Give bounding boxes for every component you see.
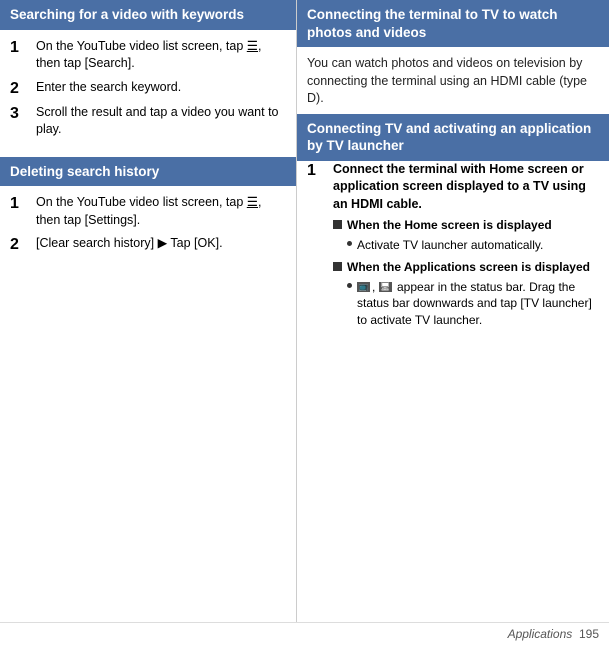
sub-item-activate: Activate TV launcher automatically.	[347, 237, 599, 254]
bullet-dot-icon-2	[347, 283, 352, 288]
delete-step-number-1: 1	[10, 194, 32, 213]
step-text-2: Enter the search keyword.	[36, 79, 286, 97]
step-text-1: On the YouTube video list screen, tap ☰,…	[36, 38, 286, 73]
sub-heading-apps: When the Applications screen is displaye…	[333, 259, 599, 276]
screen-icon: 🖥	[379, 282, 392, 292]
bullet-dot-icon	[347, 241, 352, 246]
step-number-1: 1	[10, 38, 32, 57]
step-row-2: 2 Enter the search keyword.	[10, 79, 286, 98]
delete-step-row-2: 2 [Clear search history] ▶ Tap [OK].	[10, 235, 286, 254]
step-number-2: 2	[10, 79, 32, 98]
section-content-search: 1 On the YouTube video list screen, tap …	[0, 30, 296, 153]
sub-item-apps-detail: 📺, 🖥 appear in the status bar. Drag the …	[333, 279, 599, 329]
tv-launcher-step-body: Connect the terminal with Home screen or…	[333, 161, 599, 334]
sub-item-statusbar-text: 📺, 🖥 appear in the status bar. Drag the …	[357, 279, 599, 329]
sub-item-activate-text: Activate TV launcher automatically.	[357, 237, 599, 254]
section-header-connect-tv: Connecting the terminal to TV to watch p…	[297, 0, 609, 47]
tv-launcher-step-text: Connect the terminal with Home screen or…	[333, 162, 586, 211]
right-column: Connecting the terminal to TV to watch p…	[297, 0, 609, 622]
delete-step-text-1: On the YouTube video list screen, tap ☰,…	[36, 194, 286, 229]
sub-heading-apps-text: When the Applications screen is displaye…	[347, 259, 599, 276]
tv-icon: 📺	[357, 282, 370, 292]
section-header-search: Searching for a video with keywords	[0, 0, 296, 30]
footer-page: 195	[579, 627, 599, 641]
section-content-delete: 1 On the YouTube video list screen, tap …	[0, 186, 296, 268]
sub-group-apps: When the Applications screen is displaye…	[333, 259, 599, 329]
step-row-1: 1 On the YouTube video list screen, tap …	[10, 38, 286, 73]
connect-tv-intro: You can watch photos and videos on telev…	[297, 47, 609, 114]
footer-section: Applications	[508, 627, 573, 641]
delete-step-row-1: 1 On the YouTube video list screen, tap …	[10, 194, 286, 229]
sub-items-block: When the Home screen is displayed Activa…	[333, 217, 599, 329]
sub-heading-home-text: When the Home screen is displayed	[347, 217, 599, 234]
step-text-3: Scroll the result and tap a video you wa…	[36, 104, 286, 139]
deleting-section: Deleting search history 1 On the YouTube…	[0, 157, 296, 269]
section-header-tv-launcher: Connecting TV and activating an applicat…	[297, 114, 609, 161]
bullet-square-icon	[333, 220, 342, 229]
left-column: Searching for a video with keywords 1 On…	[0, 0, 297, 622]
tv-launcher-content: 1 Connect the terminal with Home screen …	[297, 161, 609, 344]
bullet-square-icon-2	[333, 262, 342, 271]
sub-item-home-detail: Activate TV launcher automatically.	[333, 237, 599, 254]
sub-group-home: When the Home screen is displayed Activa…	[333, 217, 599, 254]
step-row-3: 3 Scroll the result and tap a video you …	[10, 104, 286, 139]
section-header-delete: Deleting search history	[0, 157, 296, 187]
tv-launcher-step-row: 1 Connect the terminal with Home screen …	[307, 161, 599, 334]
footer: Applications 195	[0, 622, 609, 645]
step-number-3: 3	[10, 104, 32, 123]
sub-heading-home: When the Home screen is displayed	[333, 217, 599, 234]
delete-step-number-2: 2	[10, 235, 32, 254]
tv-launcher-step-number: 1	[307, 161, 329, 180]
sub-item-statusbar: 📺, 🖥 appear in the status bar. Drag the …	[347, 279, 599, 329]
delete-step-text-2: [Clear search history] ▶ Tap [OK].	[36, 235, 286, 253]
